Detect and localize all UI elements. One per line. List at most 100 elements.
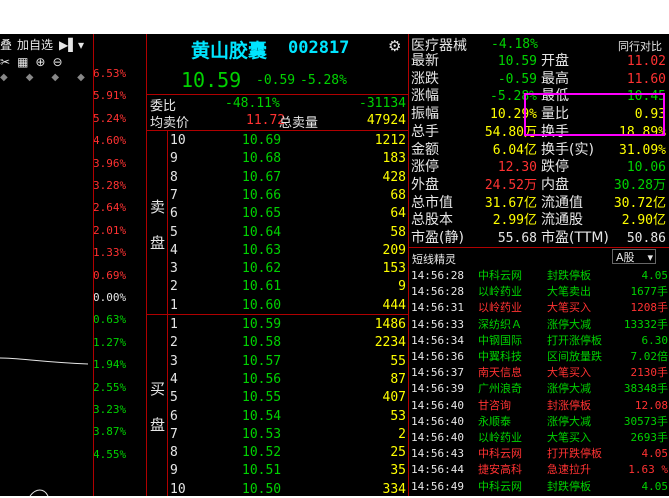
price-line bbox=[0, 357, 89, 496]
book-price: 10.68 bbox=[242, 151, 282, 167]
book-price: 10.66 bbox=[242, 187, 282, 203]
book-row[interactable]: 2 10.61 9 bbox=[168, 278, 408, 295]
book-level: 1 bbox=[170, 317, 178, 332]
elves-stock: 甘咨询 bbox=[478, 398, 511, 412]
current-price: 10.59 bbox=[181, 68, 242, 92]
chart-tools[interactable]: ✂▦⊕⊖ bbox=[0, 55, 70, 69]
book-price: 10.62 bbox=[242, 261, 282, 277]
book-level: 6 bbox=[170, 408, 178, 424]
book-row[interactable]: 8 10.67 428 bbox=[168, 169, 408, 186]
quote-row: 最新 10.59 开盘 11.02 bbox=[410, 53, 669, 70]
elves-row[interactable]: 14:56:40 甘咨询 封涨停板 12.08 bbox=[410, 398, 669, 414]
quote-label: 最高 bbox=[541, 70, 569, 87]
quote-row: 涨停 12.30 跌停 10.06 bbox=[410, 159, 669, 176]
elves-time: 14:56:28 bbox=[411, 285, 464, 299]
book-row[interactable]: 5 10.55 407 bbox=[168, 389, 408, 406]
book-row[interactable]: 5 10.64 58 bbox=[168, 224, 408, 241]
elves-row[interactable]: 14:56:28 中科云网 封跌停板 4.05 bbox=[410, 268, 669, 284]
book-row[interactable]: 2 10.58 2234 bbox=[168, 334, 408, 351]
book-row[interactable]: 7 10.66 68 bbox=[168, 187, 408, 204]
book-row[interactable]: 4 10.56 87 bbox=[168, 371, 408, 388]
elves-row[interactable]: 14:56:49 中科云网 封跌停板 4.05 bbox=[410, 479, 669, 495]
chevron-down-icon: ▾ bbox=[647, 251, 653, 264]
book-price: 10.60 bbox=[242, 297, 282, 313]
elves-row[interactable]: 14:56:37 南天信息 大笔买入 2130手 bbox=[410, 365, 669, 381]
quote-value: 2.90亿 bbox=[621, 213, 666, 229]
quote-value: 31.09% bbox=[619, 142, 666, 158]
play-icon[interactable]: ▶▌ bbox=[59, 37, 77, 53]
book-level: 8 bbox=[170, 169, 178, 185]
minus-icon[interactable]: ⊖ bbox=[52, 55, 69, 69]
grid-icon[interactable]: ▦ bbox=[17, 55, 35, 69]
book-volume: 58 bbox=[390, 224, 406, 240]
quote-value: 30.28万 bbox=[613, 177, 666, 193]
book-row[interactable]: 8 10.52 25 bbox=[168, 444, 408, 461]
market-select[interactable]: A股 ▾ bbox=[612, 249, 656, 264]
elves-row[interactable]: 14:56:43 中科云网 打开跌停板 4.05 bbox=[410, 446, 669, 462]
elves-row[interactable]: 14:56:40 永顺泰 涨停大减 30573手 bbox=[410, 414, 669, 430]
elves-event: 涨停大减 bbox=[547, 414, 591, 428]
book-level: 10 bbox=[170, 133, 186, 148]
elves-row[interactable]: 14:56:34 中钢国际 打开涨停板 6.30 bbox=[410, 333, 669, 349]
book-row[interactable]: 10 10.69 1212 bbox=[168, 132, 408, 149]
elves-value: 38348手 bbox=[623, 382, 668, 396]
elves-event: 区间放量跌 bbox=[547, 350, 602, 363]
sector-name[interactable]: 医疗器械 bbox=[411, 35, 467, 55]
elves-row[interactable]: 14:56:39 广州浪奇 涨停大减 38348手 bbox=[410, 381, 669, 397]
quote-label: 市盈(静) bbox=[411, 230, 464, 246]
elves-row[interactable]: 14:56:44 捷安高科 急速拉升 1.63 % bbox=[410, 462, 669, 478]
cut-icon[interactable]: ✂ bbox=[0, 55, 17, 69]
book-row[interactable]: 7 10.53 2 bbox=[168, 426, 408, 443]
scale-label: 3.28% bbox=[93, 179, 127, 192]
book-price: 10.51 bbox=[242, 463, 282, 479]
book-row[interactable]: 9 10.51 35 bbox=[168, 462, 408, 479]
book-price: 10.56 bbox=[242, 371, 282, 387]
elves-value: 1.63 % bbox=[628, 463, 668, 477]
book-row[interactable]: 9 10.68 183 bbox=[168, 150, 408, 167]
book-row[interactable]: 1 10.60 444 bbox=[168, 297, 408, 314]
overlay-button[interactable]: 叠 bbox=[0, 37, 12, 53]
plus-icon[interactable]: ⊕ bbox=[35, 55, 52, 69]
buy-label-1: 买 bbox=[150, 380, 166, 398]
book-volume: 2 bbox=[398, 426, 406, 442]
elves-value: 2130手 bbox=[630, 366, 669, 380]
book-level: 3 bbox=[170, 261, 178, 277]
book-row[interactable]: 4 10.63 209 bbox=[168, 242, 408, 259]
book-row[interactable]: 10 10.50 334 bbox=[168, 481, 408, 498]
quote-value: 24.52万 bbox=[484, 177, 537, 193]
elves-time: 14:56:44 bbox=[411, 463, 464, 477]
elves-value: 4.05 bbox=[641, 479, 669, 493]
elves-event: 封涨停板 bbox=[547, 398, 591, 412]
book-row[interactable]: 6 10.65 64 bbox=[168, 205, 408, 222]
peer-compare-link[interactable]: 同行对比 bbox=[618, 38, 662, 54]
book-row[interactable]: 3 10.57 55 bbox=[168, 353, 408, 370]
sell-label-2: 盘 bbox=[150, 234, 166, 252]
elves-time: 14:56:40 bbox=[411, 414, 464, 428]
elves-value: 1208手 bbox=[630, 301, 669, 315]
book-volume: 25 bbox=[390, 445, 406, 461]
scale-label: 2.01% bbox=[93, 223, 127, 237]
book-row[interactable]: 3 10.62 153 bbox=[168, 260, 408, 277]
quote-label: 总市值 bbox=[411, 194, 453, 211]
book-level: 7 bbox=[170, 187, 178, 203]
book-level: 8 bbox=[170, 445, 178, 461]
book-row[interactable]: 6 10.54 53 bbox=[168, 408, 408, 425]
elves-value: 4.05 bbox=[641, 447, 669, 461]
book-volume: 183 bbox=[382, 151, 406, 167]
elves-row[interactable]: 14:56:31 以岭药业 大笔买入 1208手 bbox=[410, 300, 669, 316]
elves-row[interactable]: 14:56:28 以岭药业 大笔卖出 1677手 bbox=[410, 284, 669, 300]
elves-time: 14:56:40 bbox=[411, 431, 464, 444]
book-price: 10.57 bbox=[242, 353, 282, 369]
elves-row[interactable]: 14:56:33 深纺织Ａ 涨停大减 13332手 bbox=[410, 317, 669, 333]
dropdown-icon[interactable]: ▾ bbox=[78, 37, 84, 53]
add-watch-button[interactable]: 加自选 bbox=[17, 37, 53, 53]
book-row[interactable]: 1 10.59 1486 bbox=[168, 316, 408, 333]
elves-row[interactable]: 14:56:36 中翼科技 区间放量跌 7.02倍 bbox=[410, 349, 669, 365]
elves-time: 14:56:40 bbox=[411, 398, 464, 412]
elves-value: 13332手 bbox=[623, 317, 668, 331]
elves-row[interactable]: 14:56:40 以岭药业 大笔买入 2693手 bbox=[410, 430, 669, 446]
quote-value: 31.67亿 bbox=[484, 195, 537, 211]
book-price: 10.53 bbox=[242, 426, 282, 442]
book-volume: 87 bbox=[390, 371, 406, 387]
settings-icon[interactable]: ⚙ bbox=[388, 37, 401, 55]
